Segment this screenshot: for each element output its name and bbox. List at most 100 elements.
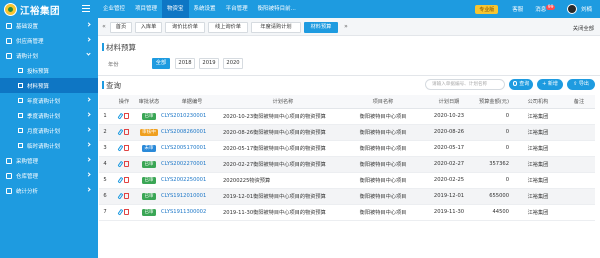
sidebar-item-quarterly-plan[interactable]: 季度请购计划 [0, 108, 98, 123]
status-badge: 已审 [141, 208, 157, 216]
service-link[interactable]: 客服 [512, 5, 523, 13]
row-code-link[interactable]: CLYS2002270001 [161, 156, 223, 173]
sidebar-item-warehouse[interactable]: 仓库管理 [0, 168, 98, 183]
sidebar-item-purchase-plan[interactable]: 请购计划 [0, 48, 98, 63]
row-code-link[interactable]: CLYS2008260001 [161, 124, 223, 141]
sidebar-item-statistics[interactable]: 统计分析 [0, 183, 98, 198]
query-section-title: 查询 [102, 81, 121, 90]
sidebar-item-temporary-plan[interactable]: 临时请购计划 [0, 138, 98, 153]
sidebar-item-label: 月度请购计划 [27, 128, 61, 135]
row-code-link[interactable]: CLYS2005170001 [161, 140, 223, 157]
row-index: 4 [99, 156, 111, 173]
col-project[interactable]: 项目名称 [343, 95, 423, 109]
table-row[interactable]: 1 已审 CLYS2010230001 2020-10-23衡阳被特目中心项目的物资预… [99, 108, 595, 125]
row-org: 江裕集团 [513, 140, 563, 157]
year-filter-2020[interactable]: 2020 [223, 58, 243, 69]
nav-item-active[interactable]: 物资宝 [162, 0, 189, 18]
sidebar: 基础设置 供应商管理 请购计划 投标预算 材料预算 年度请购计划 季度请购计划 … [0, 18, 98, 258]
trash-icon[interactable] [124, 128, 130, 135]
col-code[interactable]: 单据编号 [161, 95, 223, 109]
sidebar-item-bid-budget[interactable]: 投标预算 [0, 63, 98, 78]
sidebar-item-label: 采购管理 [16, 158, 39, 165]
chevron-right-icon [86, 37, 91, 42]
edit-icon[interactable] [117, 144, 123, 151]
sidebar-item-procurement[interactable]: 采购管理 [0, 153, 98, 168]
section-divider [98, 75, 600, 76]
year-filter-2019[interactable]: 2019 [199, 58, 219, 69]
row-date: 2019-11-30 [423, 204, 475, 221]
tab-home[interactable]: 首页 [110, 22, 132, 33]
trash-icon[interactable] [124, 112, 130, 119]
close-all-tabs-button[interactable]: 关闭全部 [573, 24, 594, 32]
year-filter-2018[interactable]: 2018 [175, 58, 195, 69]
tab-inbound[interactable]: 入库单 [135, 22, 162, 33]
menu-toggle-icon[interactable] [82, 5, 90, 13]
edit-icon[interactable] [117, 128, 123, 135]
search-input[interactable]: 请输入单据编号、计划名称 [425, 79, 505, 90]
budget-table: 操作 审批状态 单据编号 计划名称 项目名称 计划日期 预算金额(元) 公司机构… [99, 95, 595, 221]
tab-annual-plan[interactable]: 年度请购计划 [251, 22, 301, 33]
edit-icon[interactable] [117, 112, 123, 119]
sidebar-item-annual-plan[interactable]: 年度请购计划 [0, 93, 98, 108]
nav-item[interactable]: 衡阳被特目前... [253, 0, 301, 18]
table-row[interactable]: 7 已审 CLYS1911300002 2019-11-30衡阳被特目中心项目的物资预… [99, 204, 595, 221]
sidebar-item-basic-settings[interactable]: 基础设置 [0, 18, 98, 33]
edit-icon[interactable] [117, 208, 123, 215]
table-row[interactable]: 6 已审 CLYS1912010001 2019-12-01衡阳被特目中心项目的物资预… [99, 188, 595, 205]
tab-material-budget[interactable]: 材料预算 [304, 22, 338, 33]
messages-link[interactable]: 消息 99 [535, 5, 555, 13]
col-actions: 操作 [111, 95, 137, 109]
edit-icon[interactable] [117, 176, 123, 183]
add-button[interactable]: + 新增 [537, 79, 563, 90]
table-row[interactable]: 3 未审 CLYS2005170001 2020-05-17衡阳被特目中心项目的物资预… [99, 140, 595, 157]
row-date: 2020-05-17 [423, 140, 475, 157]
row-org: 江裕集团 [513, 204, 563, 221]
col-plan[interactable]: 计划名称 [223, 95, 343, 109]
search-button[interactable]: 查询 [509, 79, 533, 90]
row-actions [111, 188, 137, 205]
row-code-link[interactable]: CLYS2002250001 [161, 172, 223, 189]
tab-scroll-left-icon[interactable]: « [100, 23, 108, 31]
trash-icon[interactable] [124, 160, 130, 167]
table-row[interactable]: 5 已审 CLYS2002250001 20200225物资预算 衡阳被特目中心项目 20… [99, 172, 595, 189]
sidebar-item-supplier[interactable]: 供应商管理 [0, 33, 98, 48]
row-code-link[interactable]: CLYS2010230001 [161, 108, 223, 125]
nav-item[interactable]: 企业管控 [98, 0, 130, 18]
year-filter-all[interactable]: 全部 [152, 58, 170, 69]
people-icon [6, 37, 12, 44]
row-project-name: 衡阳被特目中心项目 [343, 204, 423, 221]
tab-scroll-right-icon[interactable]: » [342, 23, 350, 31]
col-org[interactable]: 公司机构 [513, 95, 563, 109]
avatar[interactable] [566, 4, 577, 14]
row-amount: 0 [475, 140, 513, 157]
trash-icon[interactable] [124, 208, 130, 215]
edit-icon[interactable] [117, 160, 123, 167]
page-title: 材料预算 [102, 43, 136, 52]
col-amount[interactable]: 预算金额(元) [475, 95, 513, 109]
user-name[interactable]: 刘楠 [581, 5, 592, 13]
sidebar-item-monthly-plan[interactable]: 月度请购计划 [0, 123, 98, 138]
row-project-name: 衡阳被特目中心项目 [343, 108, 423, 125]
chevron-down-icon [86, 51, 91, 56]
row-plan-name: 2019-12-01衡阳被特目中心项目的物资预算 [223, 188, 343, 205]
trash-icon[interactable] [124, 176, 130, 183]
trash-icon[interactable] [124, 192, 130, 199]
tab-online-inquiry[interactable]: 线上询价单 [208, 22, 248, 33]
row-code-link[interactable]: CLYS1911300002 [161, 204, 223, 221]
row-code-link[interactable]: CLYS1912010001 [161, 188, 223, 205]
nav-item[interactable]: 项目管理 [130, 0, 162, 18]
tab-inquiry-compare[interactable]: 询价比价单 [165, 22, 205, 33]
table-row[interactable]: 2 审核中 CLYS2008260001 2020-08-26衡阳被特目中心项目的物资… [99, 124, 595, 141]
trash-icon[interactable] [124, 144, 130, 151]
sidebar-item-material-budget[interactable]: 材料预算 [0, 78, 98, 93]
nav-item[interactable]: 平台管理 [221, 0, 253, 18]
list-icon [18, 143, 23, 148]
col-date[interactable]: 计划日期 [423, 95, 475, 109]
chevron-right-icon [86, 97, 91, 102]
edit-icon[interactable] [117, 192, 123, 199]
year-filter-label: 年份 [108, 62, 119, 68]
row-status: 已审 [137, 204, 161, 221]
nav-item[interactable]: 系统设置 [189, 0, 221, 18]
export-button[interactable]: ⇪ 导出 [567, 79, 595, 90]
table-row[interactable]: 4 已审 CLYS2002270001 2020-02-27衡阳被特目中心项目的物资预… [99, 156, 595, 173]
